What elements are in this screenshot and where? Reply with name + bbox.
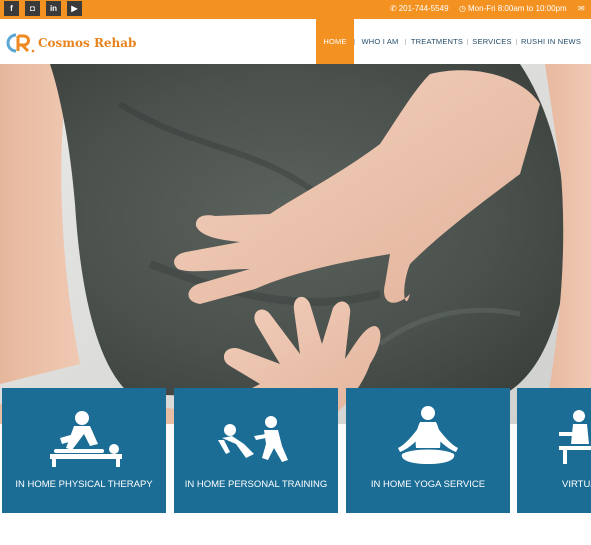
service-title: IN HOME YOGA SERVICE xyxy=(370,479,486,490)
service-card-yoga[interactable]: IN HOME YOGA SERVICE xyxy=(346,388,510,513)
nav-divider xyxy=(405,39,406,45)
nav-services[interactable]: SERVICES xyxy=(470,19,514,64)
email-contact[interactable]: ✉ xyxy=(578,3,587,14)
yoga-icon xyxy=(398,406,458,464)
brand-name: Cosmos Rehab xyxy=(38,36,137,50)
service-card-physical-therapy[interactable]: IN HOME PHYSICAL THERAPY xyxy=(2,388,166,513)
facebook-icon[interactable]: f xyxy=(4,1,19,16)
top-bar: f ◘ in ▶ ✆ 201-744-5549 ◷ Mon-Fri 8:00am t… xyxy=(0,0,591,19)
opening-hours: Mon-Fri 8:00am to 10:00pm xyxy=(467,4,567,13)
virtual-session-icon xyxy=(559,410,591,464)
personal-training-icon xyxy=(218,416,288,462)
nav-treatments[interactable]: TREATMENTS xyxy=(408,19,466,64)
massage-therapy-icon xyxy=(50,411,122,467)
phone-number: 201-744-5549 xyxy=(398,4,449,13)
logo-mark-icon xyxy=(6,33,35,53)
nav-divider xyxy=(354,39,355,45)
nav-home[interactable]: HOME xyxy=(316,19,354,64)
nav-who-i-am[interactable]: WHO I AM xyxy=(356,19,404,64)
hero-photo-back-massage xyxy=(0,64,591,440)
service-title: VIRTUA xyxy=(562,479,591,490)
service-card-virtual[interactable]: VIRTUA xyxy=(517,388,591,513)
nav-divider xyxy=(516,39,517,45)
service-title: IN HOME PHYSICAL THERAPY xyxy=(15,479,153,490)
nav-rushi-in-news[interactable]: RUSHI IN NEWS xyxy=(519,19,583,64)
instagram-icon[interactable]: ◘ xyxy=(25,1,40,16)
clock-icon: ◷ xyxy=(459,4,466,13)
hours-contact: ◷ Mon-Fri 8:00am to 10:00pm xyxy=(459,3,567,14)
phone-icon: ✆ xyxy=(390,4,397,13)
logo[interactable]: Cosmos Rehab xyxy=(6,32,136,54)
phone-contact[interactable]: ✆ 201-744-5549 xyxy=(390,3,449,14)
mail-icon: ✉ xyxy=(578,4,585,13)
linkedin-icon[interactable]: in xyxy=(46,1,61,16)
site-header: Cosmos Rehab HOME WHO I AM TREATMENTS SE… xyxy=(0,19,591,64)
service-card-personal-training[interactable]: IN HOME PERSONAL TRAINING xyxy=(174,388,338,513)
nav-divider xyxy=(467,39,468,45)
hero-image xyxy=(0,64,591,440)
youtube-icon[interactable]: ▶ xyxy=(67,1,82,16)
service-title: IN HOME PERSONAL TRAINING xyxy=(184,479,328,490)
